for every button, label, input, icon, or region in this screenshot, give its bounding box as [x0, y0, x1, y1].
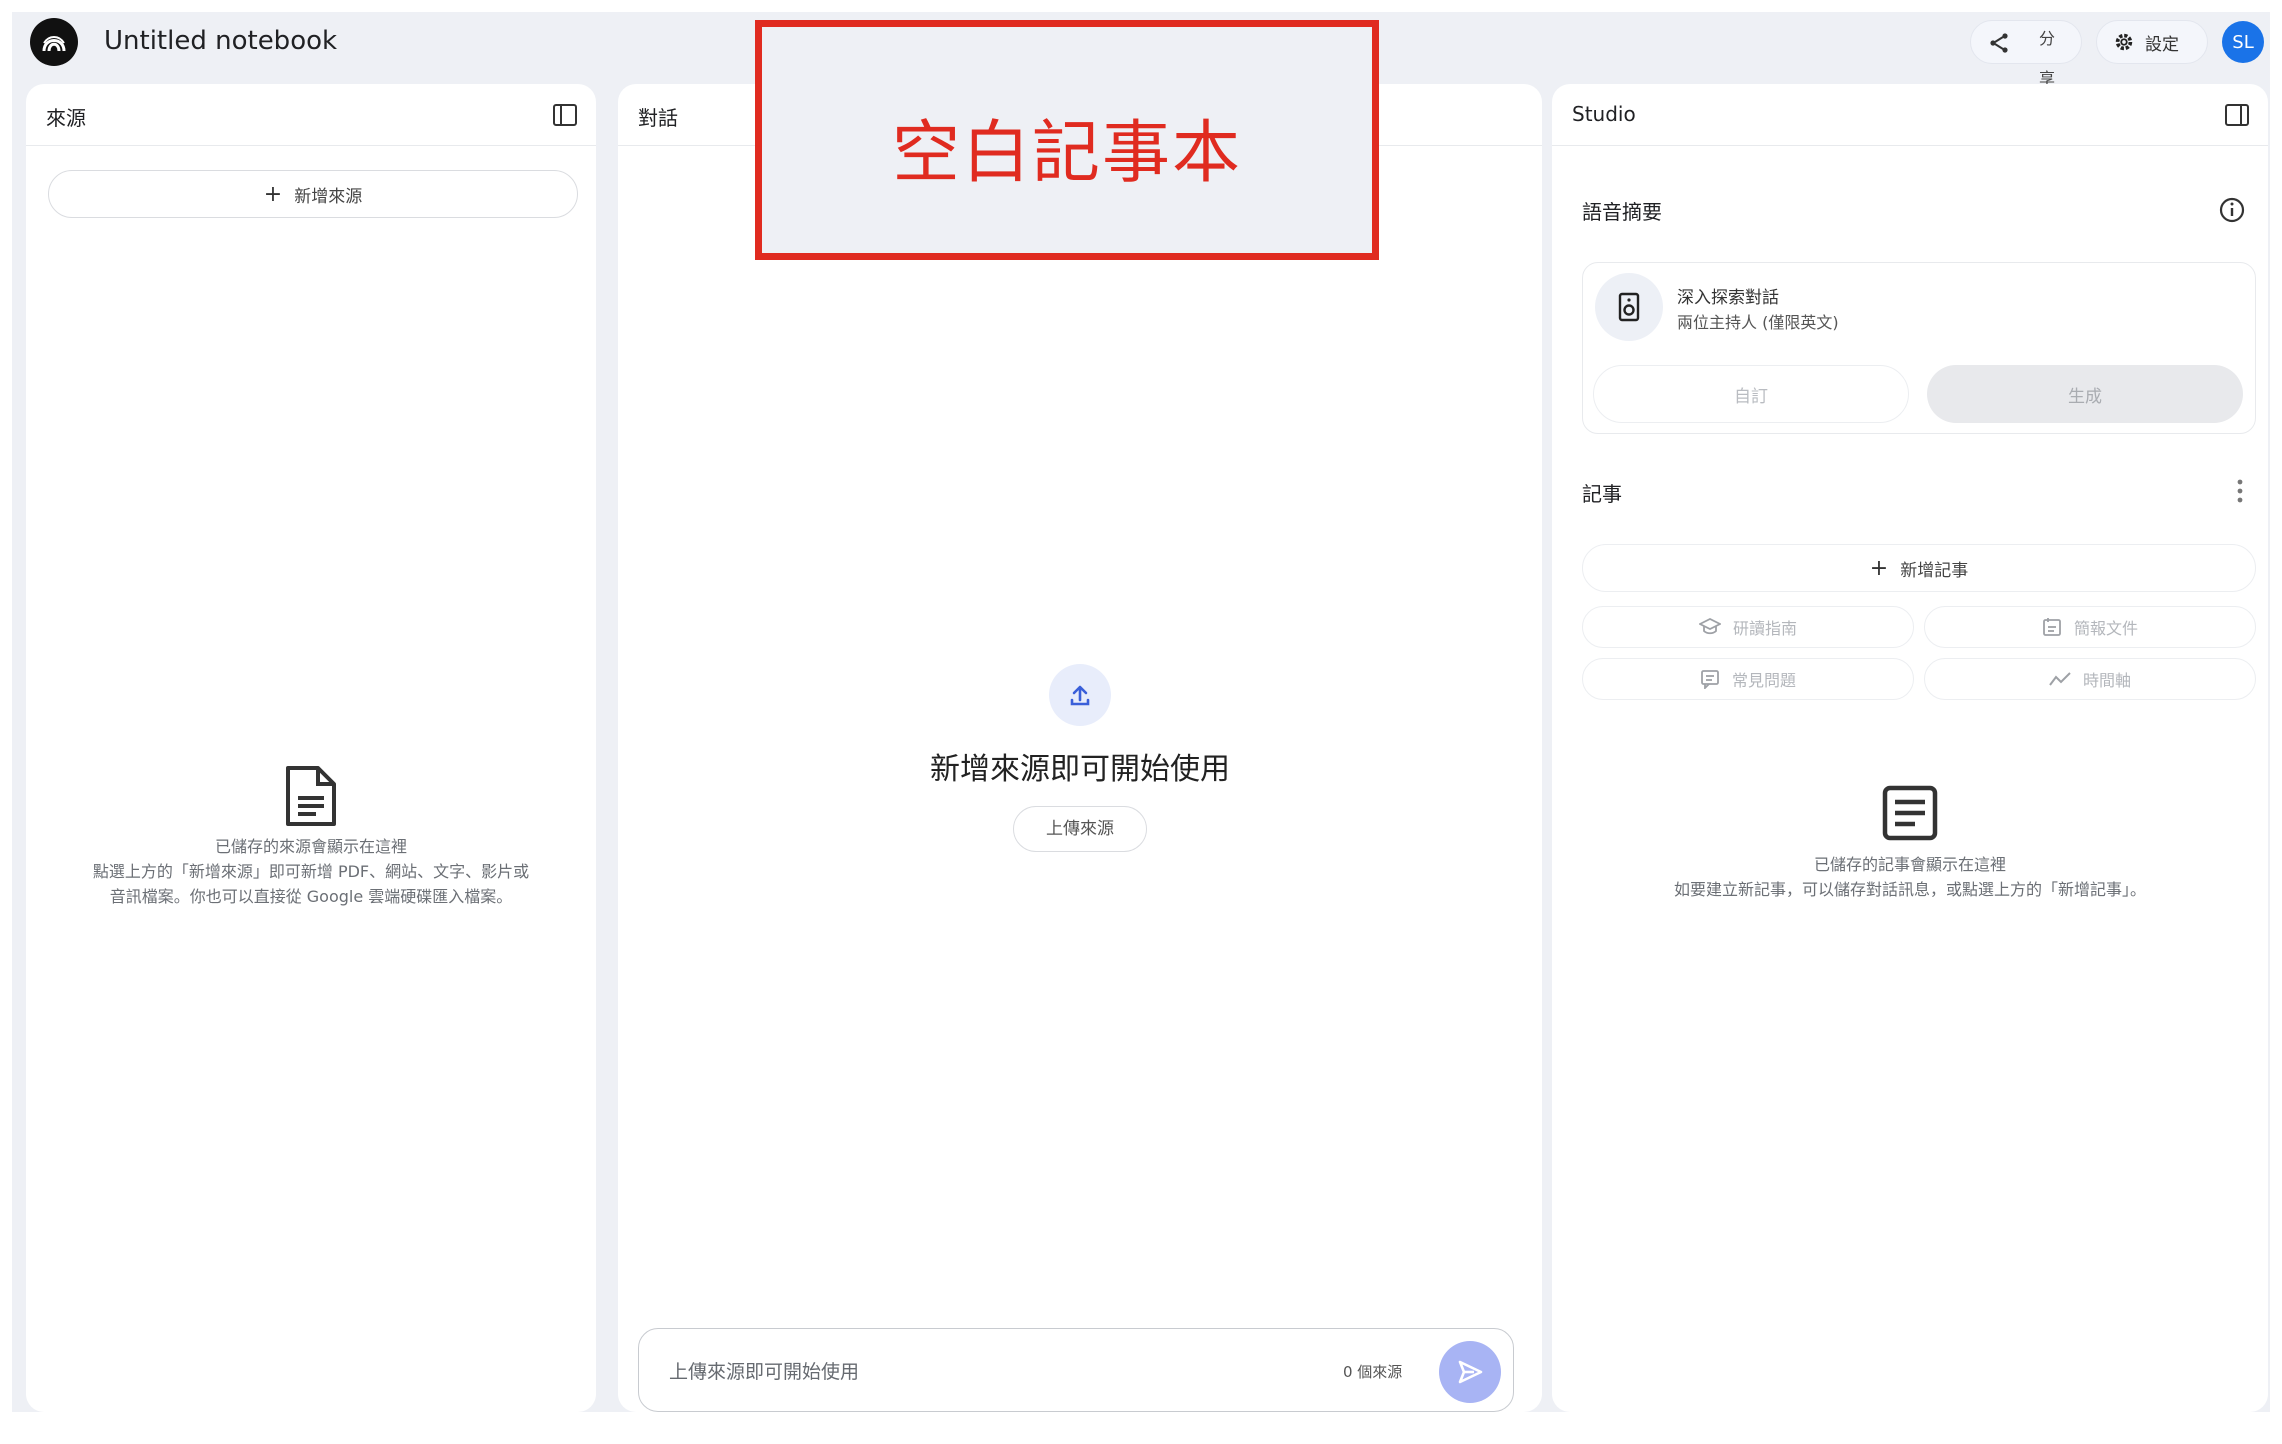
add-note-button[interactable]: + 新增記事	[1582, 544, 2256, 592]
sources-empty-title: 已儲存的來源會顯示在這裡	[214, 837, 407, 856]
timeline-icon	[2049, 672, 2071, 686]
notes-empty-state: 已儲存的記事會顯示在這裡 如要建立新記事，可以儲存對話訊息，或點選上方的「新增記…	[1552, 784, 2268, 902]
audio-card-subtitle: 兩位主持人 (僅限英文)	[1677, 313, 1839, 332]
sources-title: 來源	[46, 106, 86, 130]
notes-empty-desc: 如要建立新記事，可以儲存對話訊息，或點選上方的「新增記事」。	[1673, 880, 2146, 899]
faq-icon	[1701, 670, 1719, 689]
upload-icon	[1049, 664, 1111, 726]
notebook-title[interactable]: Untitled notebook	[104, 26, 337, 56]
sources-panel-header: 來源	[26, 84, 596, 146]
generate-button[interactable]: 生成	[1927, 365, 2243, 423]
gear-icon	[2115, 33, 2133, 51]
notebook-app: Untitled notebook 分享 設定 SL 來源 + 新增來源 已儲存…	[12, 12, 2270, 1412]
chip-label: 常見問題	[1731, 671, 1796, 690]
note-icon	[1882, 785, 1938, 841]
share-icon	[1990, 33, 2008, 53]
collapse-panel-icon[interactable]	[2224, 102, 2250, 128]
customize-button[interactable]: 自訂	[1593, 365, 1909, 423]
add-note-label: 新增記事	[1900, 560, 1969, 581]
chat-input-box[interactable]: 上傳來源即可開始使用 0 個來源	[638, 1328, 1514, 1412]
settings-button[interactable]: 設定	[2096, 20, 2208, 64]
chat-input[interactable]: 上傳來源即可開始使用	[669, 1357, 859, 1384]
chip-label: 簡報文件	[2073, 619, 2138, 638]
annotation-highlight-box: 空白記事本	[755, 20, 1379, 260]
more-vert-icon[interactable]	[2236, 478, 2244, 504]
chip-label: 研讀指南	[1732, 619, 1797, 638]
info-icon[interactable]	[2218, 196, 2246, 224]
document-icon	[286, 766, 336, 826]
audio-overview-card: 深入探索對話 兩位主持人 (僅限英文) 自訂 生成	[1582, 262, 2256, 434]
briefing-doc-button[interactable]: 簡報文件	[1924, 606, 2256, 648]
studio-panel-header: Studio	[1552, 84, 2268, 146]
studio-title: Studio	[1572, 102, 1636, 126]
send-icon	[1458, 1360, 1483, 1384]
studio-panel: Studio 語音摘要 深入探索對話 兩位主持人 (僅限英文) 自訂 生成 記事…	[1552, 84, 2268, 1412]
briefing-doc-icon	[2043, 618, 2061, 636]
timeline-button[interactable]: 時間軸	[1924, 658, 2256, 700]
study-guide-button[interactable]: 研讀指南	[1582, 606, 1914, 648]
faq-button[interactable]: 常見問題	[1582, 658, 1914, 700]
app-logo-icon[interactable]	[30, 18, 78, 66]
sources-panel: 來源 + 新增來源 已儲存的來源會顯示在這裡 點選上方的「新增來源」即可新增 P…	[26, 84, 596, 1412]
settings-label: 設定	[2145, 34, 2179, 55]
add-source-button[interactable]: + 新增來源	[48, 170, 578, 218]
user-avatar[interactable]: SL	[2222, 21, 2264, 63]
upload-source-button[interactable]: 上傳來源	[1013, 806, 1147, 852]
notes-heading: 記事	[1582, 482, 1622, 506]
sources-empty-desc-1: 點選上方的「新增來源」即可新增 PDF、網站、文字、影片或	[92, 862, 530, 881]
add-source-label: 新增來源	[294, 186, 363, 207]
chat-panel: 對話 新增來源即可開始使用 上傳來源 上傳來源即可開始使用 0 個來源	[618, 84, 1542, 1412]
plus-icon: +	[263, 181, 283, 207]
chat-title: 對話	[638, 106, 678, 130]
chat-empty-state: 新增來源即可開始使用 上傳來源	[618, 664, 1542, 852]
annotation-label: 空白記事本	[891, 114, 1242, 193]
share-button[interactable]: 分享	[1970, 20, 2082, 88]
audio-overview-heading: 語音摘要	[1582, 200, 1662, 224]
notes-empty-title: 已儲存的記事會顯示在這裡	[1813, 855, 2006, 874]
chip-label: 時間軸	[2082, 671, 2131, 690]
plus-icon: +	[1869, 555, 1889, 581]
graduation-cap-icon	[1698, 618, 1721, 635]
sources-empty-desc-2: 音訊檔案。你也可以直接從 Google 雲端硬碟匯入檔案。	[109, 887, 513, 906]
source-count: 0 個來源	[1343, 1363, 1403, 1381]
send-button[interactable]	[1439, 1341, 1501, 1403]
chat-empty-heading: 新增來源即可開始使用	[930, 752, 1230, 787]
sources-empty-state: 已儲存的來源會顯示在這裡 點選上方的「新增來源」即可新增 PDF、網站、文字、影…	[26, 764, 596, 909]
audio-card-title: 深入探索對話	[1677, 288, 1779, 308]
collapse-panel-icon[interactable]	[552, 102, 578, 128]
speaker-icon	[1595, 273, 1663, 341]
